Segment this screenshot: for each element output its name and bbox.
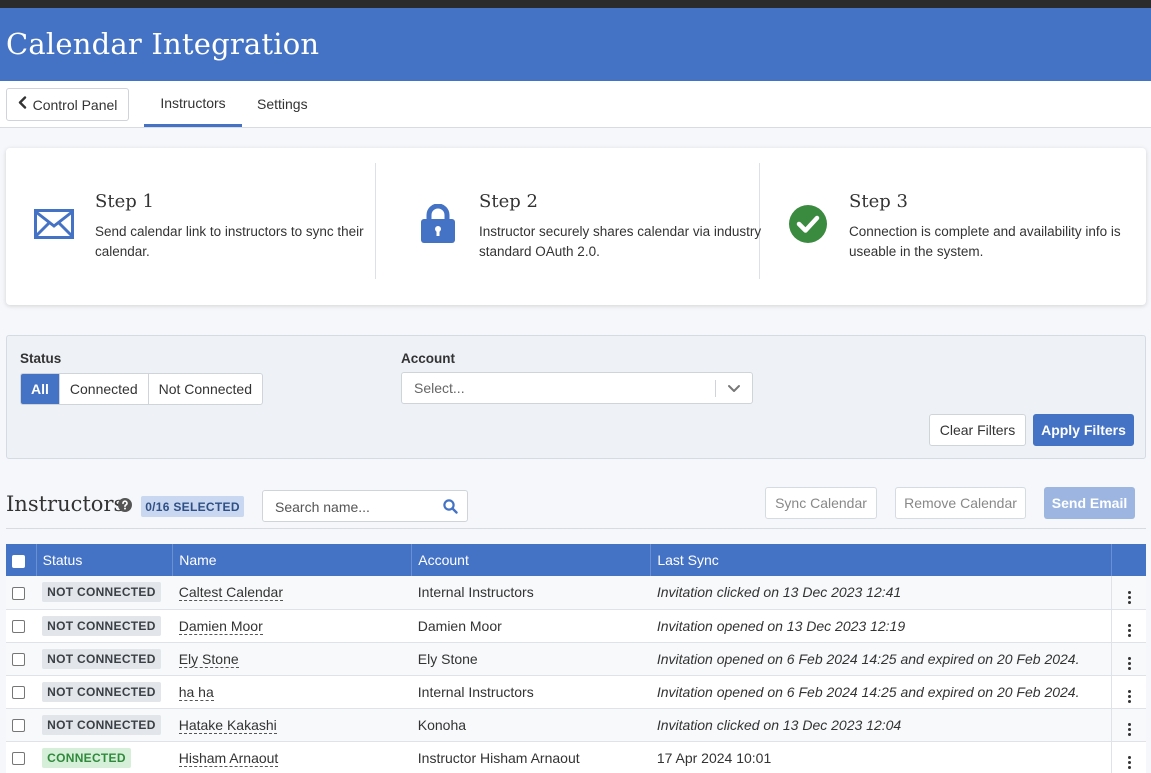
control-panel-back-button[interactable]: Control Panel <box>6 88 129 121</box>
instructors-heading: Instructors <box>6 492 125 516</box>
step-1-text: Send calendar link to instructors to syn… <box>95 224 364 259</box>
account-cell: Internal Instructors <box>417 584 534 601</box>
more-actions-icon[interactable] <box>1127 756 1131 769</box>
page-title: Calendar Integration <box>6 27 320 61</box>
status-option-not-connected[interactable]: Not Connected <box>149 374 262 404</box>
filters-panel: Status All Connected Not Connected Accou… <box>6 335 1146 459</box>
last-sync-cell: Invitation opened on 13 Dec 2023 12:19 <box>656 617 906 634</box>
step-3: Step 3 Connection is complete and availa… <box>760 163 1130 279</box>
steps-card: Step 1 Send calendar link to instructors… <box>6 148 1146 305</box>
instructors-table: Status Name Account Last Sync NOT CONNEC… <box>6 544 1146 773</box>
more-actions-icon[interactable] <box>1127 690 1131 703</box>
lock-icon <box>417 203 459 245</box>
row-checkbox[interactable] <box>12 653 25 667</box>
step-2-text: Instructor securely shares calendar via … <box>479 224 762 259</box>
select-separator <box>715 380 716 397</box>
chevron-left-icon <box>18 96 27 113</box>
status-badge: CONNECTED <box>42 747 131 768</box>
clear-filters-button[interactable]: Clear Filters <box>929 414 1026 446</box>
account-cell: Internal Instructors <box>417 683 534 700</box>
instructor-name-link[interactable]: Hatake Kakashi <box>178 716 277 734</box>
sync-calendar-button[interactable]: Sync Calendar <box>765 487 877 519</box>
status-option-connected[interactable]: Connected <box>60 374 149 404</box>
more-actions-icon[interactable] <box>1127 657 1131 670</box>
last-sync-cell: Invitation clicked on 13 Dec 2023 12:04 <box>656 716 902 733</box>
last-sync-cell: 17 Apr 2024 10:01 <box>656 749 772 766</box>
table-header-row: Status Name Account Last Sync <box>6 544 1146 576</box>
search-icon[interactable] <box>443 499 458 519</box>
account-select[interactable]: Select... <box>401 372 753 404</box>
table-row: NOT CONNECTED Caltest Calendar Internal … <box>6 576 1146 609</box>
search-box <box>262 490 468 522</box>
question-circle-icon[interactable] <box>118 498 132 517</box>
chevron-down-icon[interactable] <box>727 381 741 398</box>
tab-settings[interactable]: Settings <box>257 81 308 127</box>
step-2-title: Step 2 <box>479 191 538 212</box>
column-header-status[interactable]: Status <box>36 544 174 576</box>
select-all-checkbox[interactable] <box>12 554 25 568</box>
check-circle-icon <box>787 203 829 245</box>
account-cell: Instructor Hisham Arnaout <box>417 749 580 766</box>
step-1: Step 1 Send calendar link to instructors… <box>6 163 376 279</box>
search-input[interactable] <box>275 497 435 516</box>
status-badge: NOT CONNECTED <box>42 648 161 669</box>
instructor-name-link[interactable]: Damien Moor <box>178 617 263 635</box>
column-header-name[interactable]: Name <box>172 544 413 576</box>
last-sync-cell: Invitation opened on 6 Feb 2024 14:25 an… <box>656 683 1080 700</box>
row-checkbox[interactable] <box>12 686 25 700</box>
remove-calendar-button[interactable]: Remove Calendar <box>895 487 1026 519</box>
envelope-icon <box>33 203 75 245</box>
step-3-title: Step 3 <box>849 191 908 212</box>
more-actions-icon[interactable] <box>1127 590 1131 604</box>
row-checkbox[interactable] <box>12 752 25 766</box>
table-row: NOT CONNECTED Damien Moor Damien Moor In… <box>6 609 1146 642</box>
status-badge: NOT CONNECTED <box>42 714 161 735</box>
table-row: CONNECTED Hisham Arnaout Instructor Hish… <box>6 741 1146 773</box>
account-select-placeholder: Select... <box>414 380 465 396</box>
page-header: Calendar Integration <box>0 8 1151 81</box>
column-header-actions <box>1112 544 1146 576</box>
account-cell: Konoha <box>417 716 467 733</box>
status-badge: NOT CONNECTED <box>42 582 161 603</box>
column-header-last-sync[interactable]: Last Sync <box>650 544 1113 576</box>
step-3-text: Connection is complete and availability … <box>849 224 1121 259</box>
table-row: NOT CONNECTED Ely Stone Ely Stone Invita… <box>6 642 1146 675</box>
status-segmented-control: All Connected Not Connected <box>20 373 264 405</box>
instructor-name-link[interactable]: Caltest Calendar <box>178 584 283 602</box>
account-cell: Ely Stone <box>417 650 478 667</box>
account-cell: Damien Moor <box>417 617 502 634</box>
tab-bar: Control Panel Instructors Settings <box>0 81 1151 128</box>
table-row: NOT CONNECTED Hatake Kakashi Konoha Invi… <box>6 708 1146 741</box>
last-sync-cell: Invitation clicked on 13 Dec 2023 12:41 <box>656 584 902 601</box>
step-2: Step 2 Instructor securely shares calend… <box>390 163 761 279</box>
more-actions-icon[interactable] <box>1127 723 1131 736</box>
column-header-account[interactable]: Account <box>411 544 652 576</box>
step-1-title: Step 1 <box>95 191 154 212</box>
tab-instructors[interactable]: Instructors <box>144 81 242 127</box>
last-sync-cell: Invitation opened on 6 Feb 2024 14:25 an… <box>656 650 1080 667</box>
instructor-name-link[interactable]: Ely Stone <box>178 650 239 668</box>
select-all-cell <box>6 544 37 576</box>
instructor-name-link[interactable]: ha ha <box>178 683 214 701</box>
instructor-name-link[interactable]: Hisham Arnaout <box>178 749 279 767</box>
status-badge: NOT CONNECTED <box>42 681 161 702</box>
status-filter-label: Status <box>20 351 62 366</box>
section-divider <box>6 528 1146 529</box>
row-checkbox[interactable] <box>12 719 25 733</box>
account-filter-label: Account <box>401 351 455 366</box>
more-actions-icon[interactable] <box>1127 624 1131 637</box>
apply-filters-button[interactable]: Apply Filters <box>1033 414 1134 446</box>
table-row: NOT CONNECTED ha ha Internal Instructors… <box>6 675 1146 708</box>
row-checkbox[interactable] <box>12 587 25 601</box>
selected-count-badge: 0/16 SELECTED <box>141 496 244 517</box>
control-panel-label: Control Panel <box>32 96 118 113</box>
browser-top-strip <box>0 0 1151 8</box>
row-checkbox[interactable] <box>12 620 25 634</box>
send-email-button[interactable]: Send Email <box>1044 487 1135 519</box>
status-option-all[interactable]: All <box>21 374 60 404</box>
status-badge: NOT CONNECTED <box>42 615 161 636</box>
